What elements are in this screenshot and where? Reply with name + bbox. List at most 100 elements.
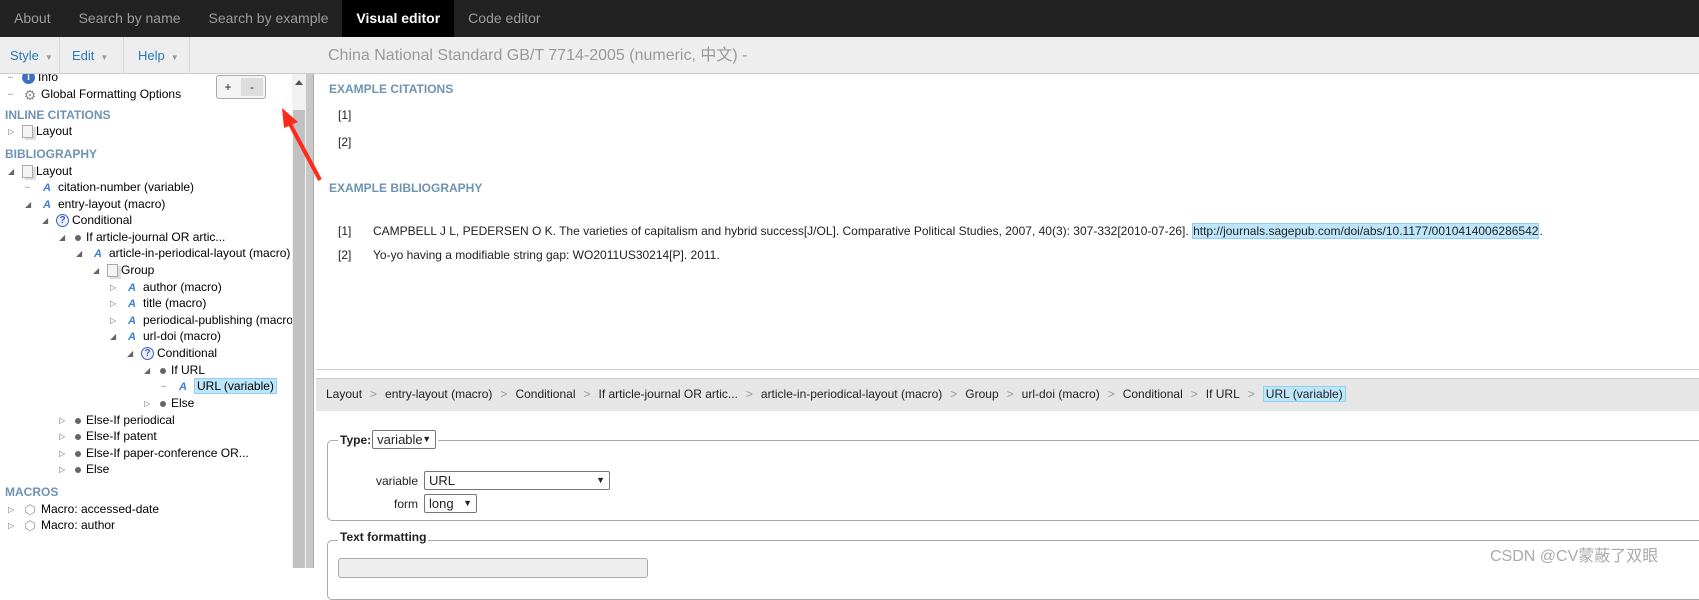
tree-item[interactable]: ◢ Aarticle-in-periodical-layout (macro) — [76, 244, 290, 262]
breadcrumb-item[interactable]: Conditional — [515, 387, 575, 401]
tree-item-label: Macro: author — [41, 518, 116, 532]
expanded-toggle-icon[interactable]: ◢ — [127, 345, 141, 363]
tree-item[interactable]: ◢ Group — [93, 261, 154, 279]
help-menu[interactable]: Help ▼ — [124, 37, 190, 74]
watermark: CSDN @CV蒙蔽了双眼 — [1490, 548, 1659, 565]
tree-item-label: Else-If patent — [86, 429, 157, 443]
breadcrumb: Layout > entry-layout (macro) > Conditional >… — [316, 378, 1699, 411]
form-select-value: long — [429, 496, 454, 511]
expanded-toggle-icon[interactable]: ◢ — [93, 262, 107, 280]
breadcrumb-separator: > — [500, 387, 508, 401]
tree-item[interactable]: ▷ Else — [144, 394, 194, 412]
info-icon: i — [22, 74, 35, 85]
edit-menu[interactable]: Edit ▼ — [60, 37, 124, 74]
bullet-icon — [158, 397, 168, 411]
tree-scrollbar[interactable] — [292, 74, 306, 568]
tree-item-label: Macro: accessed-date — [41, 502, 160, 516]
type-select[interactable]: variable ▼ — [372, 430, 437, 449]
type-label: Type: — [340, 432, 372, 447]
collapsed-toggle-icon[interactable]: ▷ — [8, 517, 22, 535]
style-tree-panel: INLINE CITATIONS BIBLIOGRAPHY MACROS ┄ i Info… — [0, 74, 292, 568]
tree-item[interactable]: ◢ Aurl-doi (macro) — [110, 327, 221, 345]
breadcrumb-item[interactable]: URL (variable) — [1262, 386, 1346, 402]
collapsed-toggle-icon[interactable]: ▷ — [8, 123, 22, 141]
expanded-toggle-icon[interactable]: ◢ — [8, 163, 22, 181]
macro-icon: ⬡ — [24, 517, 36, 533]
breadcrumb-item[interactable]: If article-journal OR artic... — [599, 387, 738, 401]
tree-item-label: article-in-periodical-layout (macro) — [109, 246, 291, 260]
entry-number: [1] — [338, 224, 352, 238]
nav-tab-search-by-name[interactable]: Search by name — [65, 0, 195, 37]
expand-all-button[interactable]: + — [217, 76, 239, 98]
form-select[interactable]: long ▼ — [424, 494, 477, 513]
expanded-toggle-icon[interactable]: ◢ — [144, 362, 158, 380]
tree-item-label: Info — [38, 74, 59, 84]
panel-splitter[interactable] — [306, 74, 314, 568]
type-select-value: variable — [377, 432, 423, 447]
example-citation: [2] — [338, 135, 352, 149]
collapse-all-button[interactable]: - — [241, 78, 263, 96]
text-variable-icon: A — [128, 314, 136, 327]
expanded-toggle-icon[interactable]: ◢ — [76, 245, 90, 263]
text-formatting-legend: Text formatting — [338, 530, 429, 544]
caret-down-icon: ▼ — [170, 53, 179, 62]
breadcrumb-separator: > — [1247, 387, 1255, 401]
tree-item[interactable]: ▷ Layout — [8, 122, 72, 140]
tree-item-label: Conditional — [157, 346, 218, 360]
bullet-icon — [73, 430, 83, 444]
tree-item[interactable]: ┄ A URL (variable) — [161, 377, 277, 395]
expanded-toggle-icon[interactable]: ◢ — [42, 212, 56, 230]
style-title: China National Standard GB/T 7714-2005 (… — [328, 47, 748, 64]
text-variable-icon: A — [179, 380, 187, 393]
entry-url-highlight[interactable]: http://journals.sagepub.com/doi/abs/10.1… — [1192, 223, 1540, 239]
breadcrumb-item[interactable]: If URL — [1206, 387, 1240, 401]
collapsed-toggle-icon[interactable]: ▷ — [59, 461, 73, 479]
help-menu-label: Help — [138, 48, 165, 63]
expanded-toggle-icon[interactable]: ◢ — [59, 229, 73, 247]
tree-item[interactable]: ▷ Atitle (macro) — [110, 294, 206, 312]
text-formatting-button-bar[interactable] — [338, 558, 648, 578]
breadcrumb-separator: > — [583, 387, 591, 401]
tree-item[interactable]: ▷ Else — [59, 460, 109, 478]
bullet-icon — [73, 463, 83, 477]
breadcrumb-item[interactable]: Layout — [326, 387, 362, 401]
form-label: form — [394, 497, 418, 511]
breadcrumb-item[interactable]: entry-layout (macro) — [385, 387, 492, 401]
nav-tab-search-by-example[interactable]: Search by example — [195, 0, 343, 37]
breadcrumb-item[interactable]: article-in-periodical-layout (macro) — [761, 387, 942, 401]
style-menu-label: Style — [10, 48, 39, 63]
expanded-toggle-icon[interactable]: ◢ — [25, 196, 39, 214]
expanded-toggle-icon[interactable]: ◢ — [110, 328, 124, 346]
tree-item-label: Else — [171, 396, 195, 410]
breadcrumb-separator: > — [370, 387, 378, 401]
breadcrumb-item[interactable]: Conditional — [1123, 387, 1183, 401]
breadcrumb-item[interactable]: Group — [965, 387, 998, 401]
tree-item[interactable]: ◢? Conditional — [127, 344, 217, 362]
text-variable-icon: A — [128, 297, 136, 310]
tree-item[interactable]: ┄ ⚙ Global Formatting Options — [8, 85, 181, 103]
nav-tab-about[interactable]: About — [0, 0, 65, 37]
tree-item-label: Else-If paper-conference OR... — [86, 446, 249, 460]
entry-tail: . — [1539, 224, 1543, 238]
tree-item-label: Layout — [36, 124, 73, 138]
tree-item[interactable]: ◢? Conditional — [42, 211, 132, 229]
tree-item[interactable]: ┄ Acitation-number (variable) — [25, 178, 194, 196]
text-variable-icon: A — [128, 281, 136, 294]
entry-number: [2] — [338, 248, 352, 262]
layout-icon — [22, 125, 33, 139]
style-menu[interactable]: Style ▼ — [0, 37, 60, 74]
nav-tab-code-editor[interactable]: Code editor — [454, 0, 554, 37]
variable-select[interactable]: URL ▼ — [424, 471, 610, 490]
text-variable-icon: A — [43, 198, 51, 211]
breadcrumb-item[interactable]: url-doi (macro) — [1022, 387, 1100, 401]
type-fieldset: Type: variable ▼ variable URL ▼ form long ▼ — [327, 430, 1699, 521]
scrollbar-thumb[interactable] — [293, 110, 305, 568]
nav-tab-visual-editor[interactable]: Visual editor — [342, 0, 455, 37]
tree-item-label: If article-journal OR artic... — [86, 230, 226, 244]
tree-item[interactable]: ▷ Else-If patent — [59, 427, 157, 445]
edit-menu-label: Edit — [72, 48, 95, 63]
bullet-icon — [73, 414, 83, 428]
tree-item[interactable]: ▷ ⬡ Macro: author — [8, 516, 115, 534]
tree-item-label: Else — [86, 462, 110, 476]
scroll-up-arrow-icon[interactable] — [295, 80, 303, 85]
